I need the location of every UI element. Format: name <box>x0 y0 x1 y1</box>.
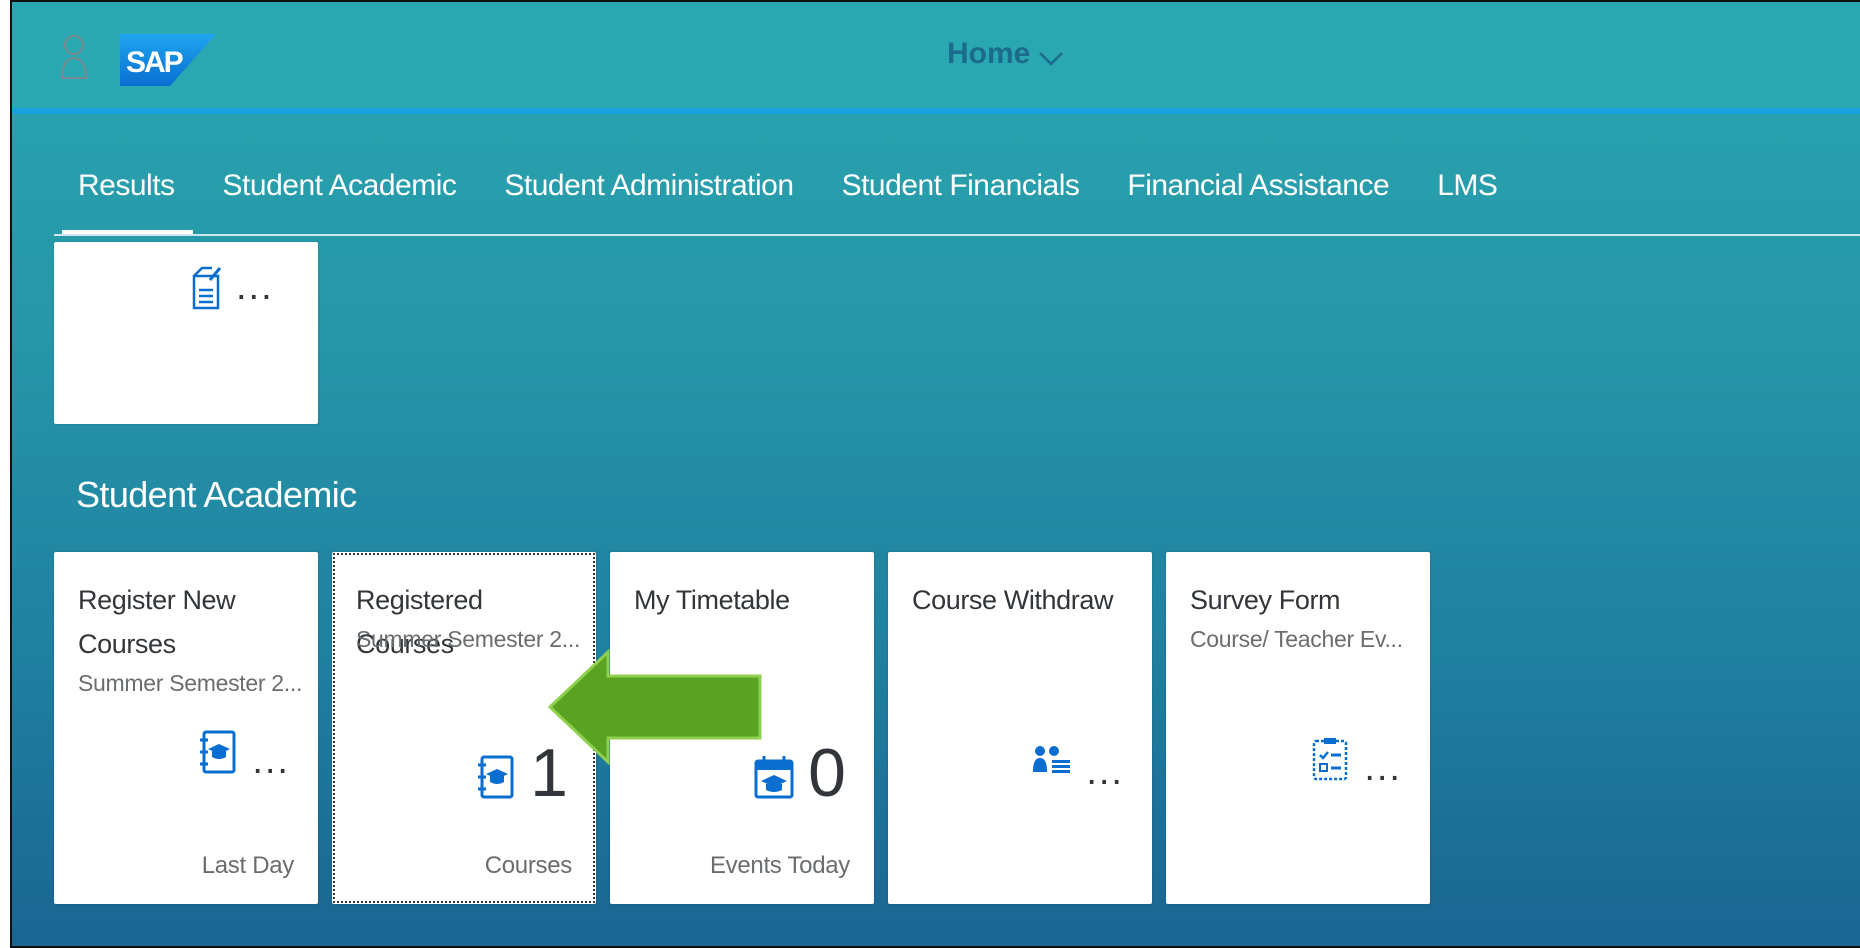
tile-register-new-courses[interactable]: Register New Courses Summer Semester 2..… <box>54 552 318 904</box>
tab-lms[interactable]: LMS <box>1413 166 1521 232</box>
clipboard-edit-icon <box>192 266 222 310</box>
svg-text:SAP: SAP <box>126 46 183 79</box>
course-book-icon <box>478 755 514 799</box>
tab-student-administration[interactable]: Student Administration <box>480 166 817 232</box>
tile-kpi-value: ... <box>1086 751 1124 793</box>
app-frame: SAP Home Results Student Academic Studen… <box>10 0 1860 948</box>
tab-student-academic[interactable]: Student Academic <box>199 166 481 232</box>
tile-kpi-value: 0 <box>808 735 846 811</box>
tile-footer: Last Day <box>201 852 295 879</box>
tab-results[interactable]: Results <box>54 166 199 234</box>
course-book-icon <box>200 730 236 774</box>
group-title: Student Academic <box>76 474 357 515</box>
sap-logo[interactable]: SAP <box>120 34 216 86</box>
tab-financial-assistance[interactable]: Financial Assistance <box>1103 166 1413 232</box>
tile-title: Course Withdraw <box>912 585 1114 615</box>
annotation-arrow <box>547 648 762 766</box>
results-tile-value: ... <box>236 266 274 308</box>
tile-footer: Courses <box>484 852 573 879</box>
shell-bar: SAP Home <box>12 2 1860 114</box>
tile-survey-form[interactable]: Survey Form Course/ Teacher Ev... ... <box>1166 552 1430 904</box>
people-list-icon <box>1033 746 1071 773</box>
tile-course-withdraw[interactable]: Course Withdraw ... <box>888 552 1152 904</box>
anchor-navigation-bar: Results Student Academic Student Adminis… <box>54 166 1860 236</box>
tab-student-financials[interactable]: Student Financials <box>818 166 1104 232</box>
tile-title: Survey Form <box>1190 585 1341 615</box>
tile-kpi-value: ... <box>1364 747 1402 789</box>
tile-subtitle: Summer Semester 2... <box>78 670 303 696</box>
shell-title: Home <box>947 37 1031 70</box>
user-icon[interactable] <box>60 34 88 80</box>
results-tile[interactable]: ... <box>54 242 318 424</box>
chevron-down-icon <box>1039 52 1064 66</box>
home-title-menu[interactable]: Home <box>947 37 1064 71</box>
tile-footer: Events Today <box>709 852 850 879</box>
checklist-icon <box>1313 738 1348 781</box>
tile-title: My Timetable <box>634 585 790 615</box>
tile-title: Register New Courses <box>78 585 236 659</box>
tile-kpi-value: ... <box>252 740 290 782</box>
tile-subtitle: Course/ Teacher Ev... <box>1190 626 1403 652</box>
